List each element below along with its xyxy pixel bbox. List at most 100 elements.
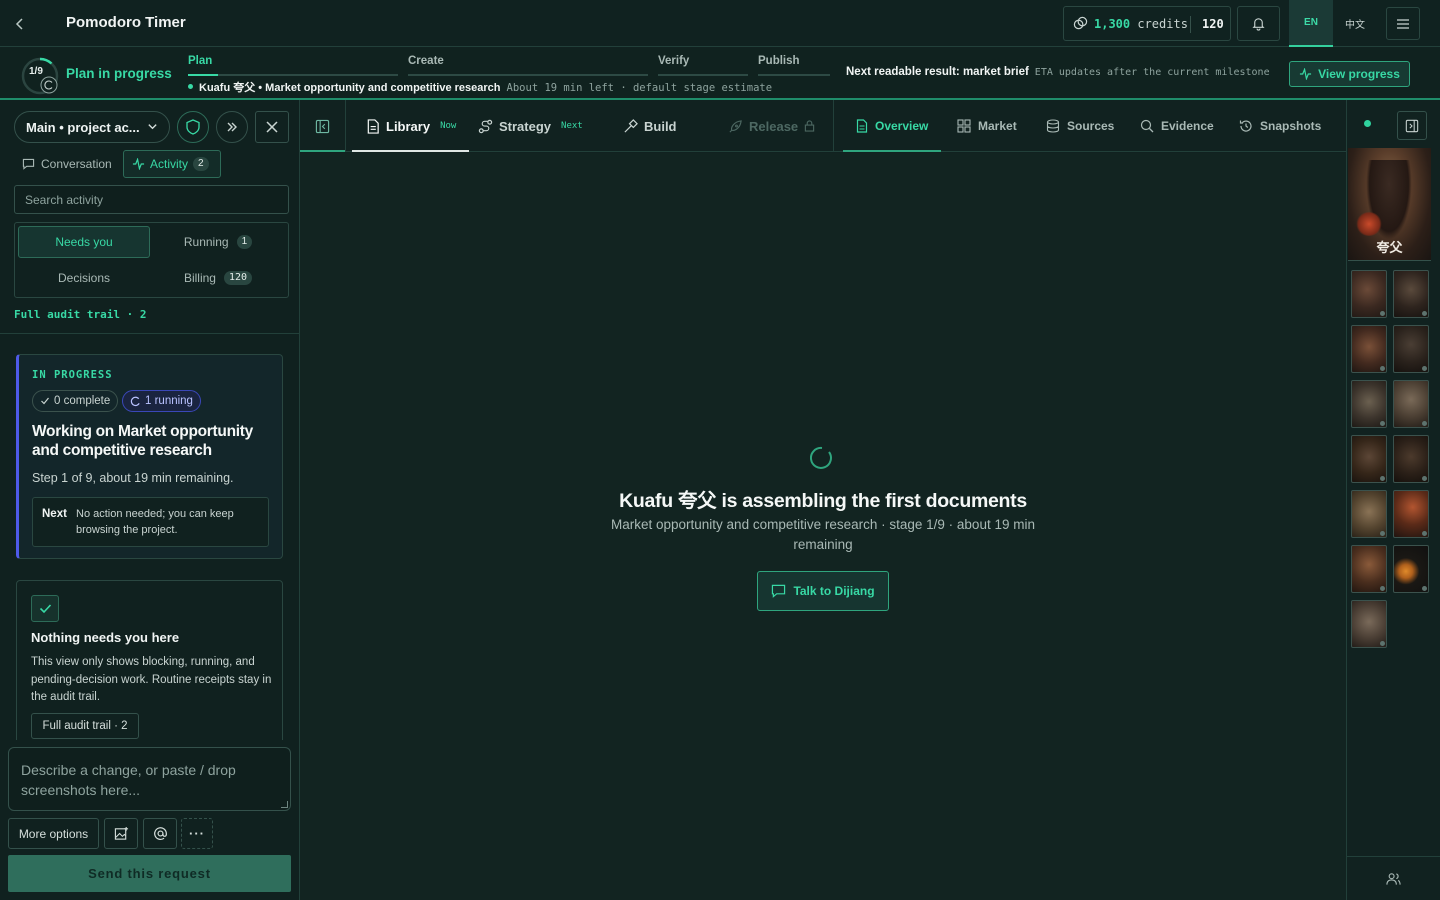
next-result-label: Next readable result: market brief [846, 66, 1029, 78]
stage-plan[interactable]: Plan [188, 55, 398, 76]
route-icon [478, 119, 493, 133]
notifications-button[interactable] [1237, 6, 1280, 41]
tab-snapshots[interactable]: Snapshots [1239, 100, 1321, 152]
tab-activity[interactable]: Activity 2 [123, 150, 221, 178]
shield-icon [186, 119, 200, 135]
artwork-thumbnail[interactable] [1351, 270, 1387, 318]
expand-button[interactable] [216, 111, 248, 143]
artwork-thumbnail[interactable] [1351, 600, 1387, 648]
stage-create[interactable]: Create [408, 55, 648, 76]
artwork-thumbnail[interactable] [1393, 545, 1429, 593]
menu-button[interactable] [1386, 7, 1420, 40]
back-button[interactable] [8, 12, 32, 36]
stage-publish[interactable]: Publish [758, 55, 830, 76]
search-activity-input[interactable]: Search activity [14, 185, 289, 214]
artwork-thumbnail[interactable] [1393, 325, 1429, 373]
collaborators-button[interactable] [1347, 856, 1440, 900]
tab-conversation-label: Conversation [41, 157, 112, 171]
artwork-thumbnail[interactable] [1351, 545, 1387, 593]
full-audit-trail-link[interactable]: Full audit trail · 2 [14, 308, 146, 321]
view-progress-button[interactable]: View progress [1289, 61, 1410, 87]
tab-market-label: Market [978, 119, 1017, 133]
tab-conversation[interactable]: Conversation [14, 150, 120, 178]
thumb-dot [1422, 586, 1427, 591]
hamburger-icon [1397, 18, 1409, 29]
tab-library[interactable]: Library Now [352, 100, 469, 152]
artwork-thumbnail[interactable] [1351, 435, 1387, 483]
tab-strategy[interactable]: Strategy Next [478, 100, 583, 152]
next-result: Next readable result: market brief ETA up… [846, 66, 1270, 78]
filter-decisions-label: Decisions [57, 271, 111, 285]
attach-image-button[interactable] [104, 818, 138, 849]
credits-count: 120 [1202, 17, 1224, 31]
close-sidebar-button[interactable] [255, 111, 289, 143]
mention-button[interactable] [143, 818, 177, 849]
check-icon [39, 604, 51, 614]
thumb-dot [1380, 531, 1385, 536]
filter-billing[interactable]: Billing 120 [152, 262, 284, 294]
artwork-thumbnail[interactable] [1351, 325, 1387, 373]
sidebar: Main • project ac... Conversation Activi… [0, 100, 300, 900]
artwork-thumbnail[interactable] [1393, 380, 1429, 428]
tab-build[interactable]: Build [623, 100, 677, 152]
grid-icon [957, 119, 971, 133]
coins-icon [1073, 16, 1088, 30]
credits-widget[interactable]: 1,300 credits 120 [1063, 6, 1231, 41]
hero-artwork[interactable]: 夸父 [1348, 148, 1431, 261]
tab-market[interactable]: Market [957, 100, 1017, 152]
main-content: Kuafu 夸父 is assembling the first documen… [300, 153, 1346, 900]
complete-count: 0 complete [54, 395, 111, 407]
more-actions-button[interactable]: ··· [181, 818, 213, 849]
artwork-thumbnail[interactable] [1393, 435, 1429, 483]
artwork-thumbnail[interactable] [1393, 270, 1429, 318]
tab-snapshots-label: Snapshots [1260, 119, 1322, 133]
stage-verify[interactable]: Verify [658, 55, 748, 76]
audit-trail-button[interactable]: Full audit trail · 2 [31, 713, 139, 739]
filter-decisions[interactable]: Decisions [18, 262, 150, 294]
artwork-thumbnail[interactable] [1393, 490, 1429, 538]
progress-bar: 1/9 Plan in progress Plan Create Verify … [0, 48, 1440, 100]
check-icon [41, 397, 49, 405]
resize-handle[interactable] [281, 801, 288, 808]
hero-title: 夸父 [1376, 240, 1403, 255]
in-progress-heading: Working on Market opportunity and compet… [32, 423, 253, 459]
talk-button[interactable]: Talk to Dijiang [757, 571, 889, 611]
content-tabs: Library Now Strategy Next Build Release … [300, 100, 1346, 152]
more-options-button[interactable]: More options [8, 818, 99, 849]
send-request-button[interactable]: Send this request [8, 855, 291, 892]
toggle-panel-button[interactable] [1397, 111, 1427, 140]
tab-sources-label: Sources [1067, 119, 1115, 133]
request-textarea[interactable]: Describe a change, or paste / drop scree… [8, 747, 291, 811]
lang-en-button[interactable]: EN [1289, 0, 1333, 47]
thumb-dot [1422, 311, 1427, 316]
database-icon [1046, 119, 1060, 133]
progress-ring-label: 1/9 [29, 66, 43, 77]
collapse-sidebar-button[interactable] [300, 100, 346, 152]
filter-running[interactable]: Running 1 [152, 226, 284, 258]
thumb-dot [1422, 421, 1427, 426]
artwork-thumbnail[interactable] [1351, 490, 1387, 538]
tab-overview[interactable]: Overview [843, 100, 941, 152]
current-task-title: Kuafu 夸父 • Market opportunity and compet… [199, 82, 501, 94]
lang-zh-button[interactable]: 中文 [1333, 0, 1377, 47]
collapse-underline [300, 150, 345, 152]
filter-needs-you[interactable]: Needs you [18, 226, 150, 258]
tab-evidence[interactable]: Evidence [1140, 100, 1214, 152]
tab-sources[interactable]: Sources [1046, 100, 1114, 152]
view-progress-label: View progress [1318, 67, 1400, 81]
credits-amount: 1,300 [1094, 16, 1131, 31]
artwork-thumbnail[interactable] [1351, 380, 1387, 428]
tab-release[interactable]: Release [728, 100, 815, 152]
composer: Describe a change, or paste / drop scree… [0, 740, 299, 900]
filter-needs-you-label: Needs you [55, 235, 113, 249]
chat-icon [22, 158, 35, 170]
shield-button[interactable] [177, 111, 209, 143]
chevrons-right-icon [227, 122, 237, 132]
plan-status: Plan in progress [66, 66, 172, 81]
branch-selector[interactable]: Main • project ac... [14, 111, 170, 143]
in-progress-label: IN PROGRESS [32, 369, 113, 381]
next-label: Next [42, 508, 67, 520]
check-badge [31, 595, 59, 622]
eta-note: ETA updates after the current milestone [1034, 67, 1270, 78]
bell-icon [1252, 18, 1265, 31]
